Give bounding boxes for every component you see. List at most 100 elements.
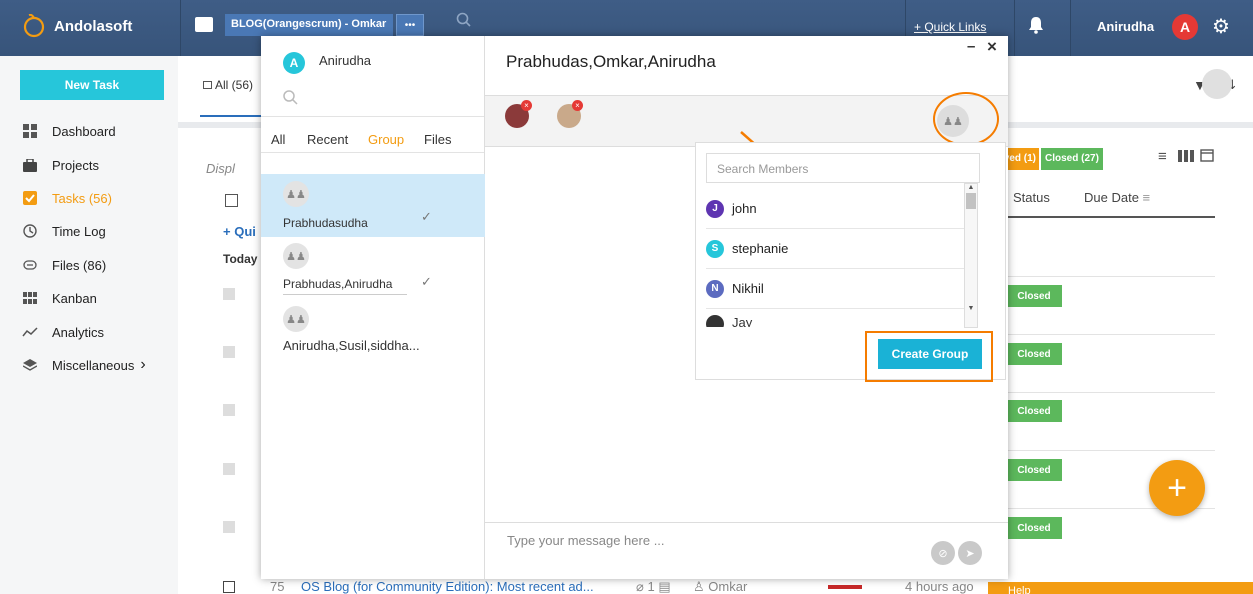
row-checkbox[interactable] [223,288,235,300]
help-bar[interactable]: Help [988,582,1253,594]
project-more-button[interactable]: ••• [396,14,424,36]
avatar[interactable]: A [1172,14,1198,40]
list-item[interactable]: N Nikhil [706,269,964,309]
status-badge-label: Closed [1006,400,1062,422]
list-item[interactable]: J john [706,189,964,229]
column-due-date[interactable]: Due Date ≡ [1084,190,1150,205]
attach-icon[interactable]: ⊘ [931,541,955,565]
row-checkbox[interactable] [223,346,235,358]
status-badge-label: Closed [1006,459,1062,481]
display-label: Displ [206,161,235,176]
task-title-link[interactable]: OS Blog (for Community Edition): Most re… [301,579,594,594]
divider [1070,0,1071,56]
divider [283,294,407,295]
tab-all[interactable]: All [271,132,285,147]
group-icon: ♟♟ [283,243,309,269]
select-all-checkbox[interactable] [225,194,238,207]
search-icon[interactable] [283,90,298,108]
search-icon[interactable] [456,12,472,31]
add-task-fab[interactable]: + [1149,460,1205,516]
tab-files[interactable]: Files [424,132,451,147]
grid-view-button[interactable] [1202,69,1232,99]
dashboard-icon [22,123,38,139]
sidebar-item-tasks[interactable]: Tasks (56) [22,185,112,211]
highlight-box [865,331,993,382]
list-view-icon[interactable]: ≡ [1158,148,1167,165]
group-name: Prabhudas,Anirudha [283,277,393,291]
member-name: stephanie [732,241,789,256]
scroll-down-icon[interactable]: ▼ [965,305,977,312]
today-label: Today [223,252,258,266]
gear-icon[interactable]: ⚙ [1212,17,1230,37]
row-divider [1006,450,1215,451]
quick-task-link[interactable]: + Qui [223,224,256,239]
analytics-icon [22,324,38,340]
tab-recent[interactable]: Recent [307,132,348,147]
tasks-icon [22,190,38,206]
attachment-count-value: 1 [647,579,655,594]
tab-all[interactable]: All (56) [203,78,253,92]
sidebar-item-dashboard[interactable]: Dashboard [22,118,116,144]
sidebar-item-projects[interactable]: Projects [22,152,99,178]
sidebar-item-label: Analytics [52,324,105,340]
row-checkbox[interactable] [223,521,235,533]
divider [485,522,1008,523]
attachment-count: ⌀ 1 ▤ [636,579,671,594]
scrollbar-thumb[interactable] [966,193,976,209]
remove-member-icon[interactable]: × [521,100,532,111]
project-selector[interactable]: BLOG(Orangescrum) - Omkar [225,14,393,36]
sidebar-item-label: Projects [52,157,99,173]
close-button[interactable]: × [987,37,997,57]
priority-bar [828,585,862,589]
calendar-icon[interactable] [1200,148,1214,165]
status-badge: Closed [1006,343,1062,365]
andolasoft-logo-icon [22,13,46,38]
bell-icon[interactable] [1028,16,1044,37]
user-name[interactable]: Anirudha [1097,19,1154,34]
group-icon: ♟♟ [283,306,309,332]
brand-name: Andolasoft [54,18,133,35]
highlight-circle [933,92,999,146]
message-input[interactable]: Type your message here ... [507,533,665,548]
list-item[interactable]: ♟♟ Prabhudasudha ✓ [261,174,485,237]
sidebar-item-miscellaneous[interactable]: Miscellaneous › [22,352,146,378]
sidebar-item-time-log[interactable]: Time Log [22,218,106,244]
divider [1014,0,1015,56]
list-item[interactable]: ♟♟ Anirudha,Susil,siddha... [261,300,485,363]
search-members-input[interactable]: Search Members [706,153,980,183]
quick-links-link[interactable]: + Quick Links [914,20,986,34]
row-checkbox[interactable] [223,581,235,593]
new-task-button[interactable]: New Task [20,70,164,100]
status-badge-label: Closed [1006,285,1062,307]
list-item[interactable]: ♟♟ Prabhudas,Anirudha ✓ [261,237,485,300]
sidebar-item-analytics[interactable]: Analytics [22,319,104,345]
remove-member-icon[interactable]: × [572,100,583,111]
avatar: N [706,279,724,298]
divider [261,116,484,117]
sidebar-item-label: Time Log [52,223,106,239]
check-icon: ✓ [421,274,432,289]
member-name: Jay [732,315,753,327]
closed-badge[interactable]: Closed (27) [1041,148,1103,170]
sidebar-item-kanban[interactable]: Kanban [22,285,97,311]
tab-group[interactable]: Group [368,132,404,147]
minimize-button[interactable]: – [967,38,975,55]
clock-icon [22,223,38,239]
column-status[interactable]: Status [1013,190,1050,205]
row-checkbox[interactable] [223,463,235,475]
scroll-up-icon[interactable]: ▲ [965,184,977,191]
status-badge: Closed [1006,285,1062,307]
avatar [706,315,724,327]
list-item[interactable]: S stephanie [706,229,964,269]
scrollbar[interactable]: ▲ ▼ [964,183,978,328]
project-name: BLOG(Orangescrum) - Omkar [231,18,387,30]
kanban-view-icon[interactable] [1178,150,1194,165]
assignee: ♙ Omkar [693,579,747,594]
list-item[interactable]: Jay [706,309,964,327]
row-checkbox[interactable] [223,404,235,416]
sidebar-item-files[interactable]: Files (86) [22,252,106,278]
send-icon[interactable]: ➤ [958,541,982,565]
